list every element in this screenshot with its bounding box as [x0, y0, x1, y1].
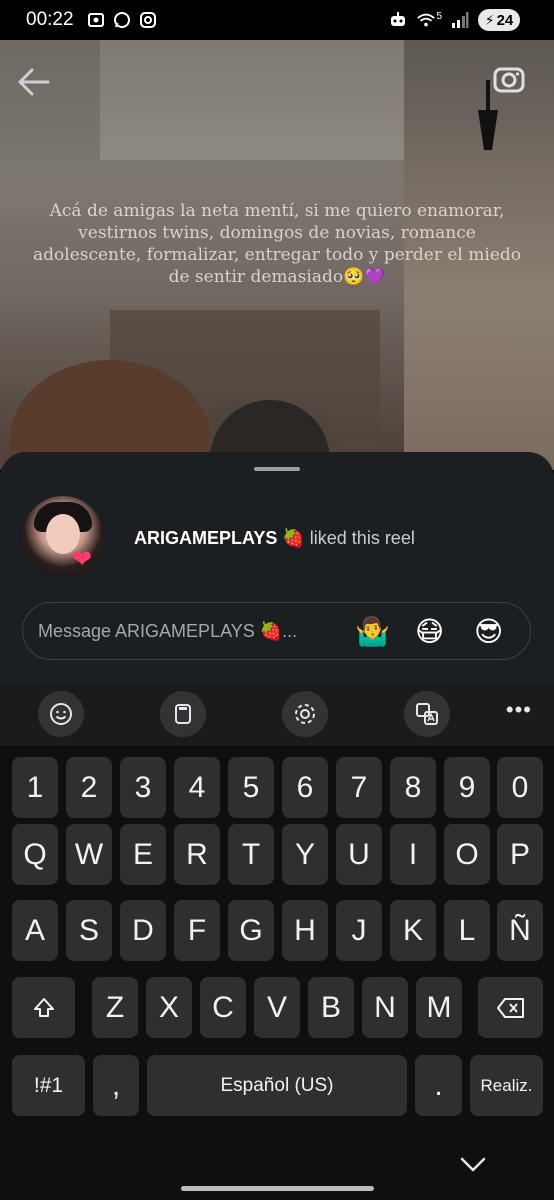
key-w[interactable]: W	[66, 824, 112, 885]
battery-level: 24	[496, 11, 514, 29]
keyboard-toolbar: •••	[0, 684, 554, 746]
heart-icon: ❤	[72, 546, 93, 573]
key-a[interactable]: A	[12, 900, 58, 961]
message-placeholder: Message ARIGAMEPLAYS 🍓...	[38, 620, 298, 641]
quick-emoji-mask[interactable]: 😷	[415, 615, 444, 649]
battery-icon: ⚡ 24	[478, 9, 520, 31]
key-g[interactable]: G	[228, 900, 274, 961]
key-p[interactable]: P	[497, 824, 543, 885]
quick-emoji-sunglasses[interactable]: 😎	[474, 615, 503, 649]
reel-video[interactable]: Acá de amigas la neta mentí, si me quier…	[0, 40, 554, 470]
backspace-icon	[496, 997, 524, 1018]
key-b[interactable]: B	[308, 977, 354, 1038]
translate-icon[interactable]	[404, 691, 450, 737]
shift-key[interactable]	[12, 977, 75, 1038]
key-4[interactable]: 4	[174, 757, 220, 818]
key-y[interactable]: Y	[282, 824, 328, 885]
home-indicator[interactable]	[181, 1186, 374, 1191]
key-9[interactable]: 9	[444, 757, 490, 818]
video-ceiling	[100, 40, 430, 160]
share-sheet: ❤ ARIGAMEPLAYS 🍓 liked this reel Message…	[0, 452, 554, 692]
screen-record-icon	[86, 10, 106, 30]
status-bar: 00:22 5 ⚡ 24	[0, 0, 554, 40]
sheet-drag-handle[interactable]	[254, 467, 300, 471]
key-3[interactable]: 3	[120, 757, 166, 818]
clock: 00:22	[26, 9, 74, 30]
key-j[interactable]: J	[336, 900, 382, 961]
clipboard-icon[interactable]	[160, 691, 206, 737]
keyboard: 1 2 3 4 5 6 7 8 9 0 Q W E R T Y U I O P …	[0, 746, 554, 1200]
key-i[interactable]: I	[390, 824, 436, 885]
key-m[interactable]: M	[416, 977, 462, 1038]
more-icon[interactable]: •••	[506, 697, 532, 723]
key-5[interactable]: 5	[228, 757, 274, 818]
action-key[interactable]: Realiz.	[470, 1055, 543, 1116]
quick-emoji-shrug[interactable]: 🤷‍♂️	[355, 615, 390, 649]
key-t[interactable]: T	[228, 824, 274, 885]
settings-icon[interactable]	[282, 691, 328, 737]
instagram-icon	[138, 10, 158, 30]
chevron-down-icon[interactable]	[458, 1155, 488, 1175]
key-e[interactable]: E	[120, 824, 166, 885]
android-robot-icon	[388, 10, 408, 30]
emoji-icon[interactable]	[38, 691, 84, 737]
key-d[interactable]: D	[120, 900, 166, 961]
period-key[interactable]: .	[415, 1055, 462, 1116]
whatsapp-icon	[112, 10, 132, 30]
key-n[interactable]: N	[362, 977, 408, 1038]
key-enye[interactable]: Ñ	[497, 900, 543, 961]
camera-icon[interactable]	[492, 62, 526, 96]
key-0[interactable]: 0	[497, 757, 543, 818]
signal-icon	[450, 10, 470, 30]
key-x[interactable]: X	[146, 977, 192, 1038]
key-u[interactable]: U	[336, 824, 382, 885]
network-label: 5	[436, 10, 442, 22]
symbols-key[interactable]: !#1	[12, 1055, 85, 1116]
username[interactable]: ARIGAMEPLAYS 🍓	[134, 528, 305, 548]
reel-caption: Acá de amigas la neta mentí, si me quier…	[33, 201, 521, 287]
key-7[interactable]: 7	[336, 757, 382, 818]
key-o[interactable]: O	[444, 824, 490, 885]
key-r[interactable]: R	[174, 824, 220, 885]
key-8[interactable]: 8	[390, 757, 436, 818]
key-6[interactable]: 6	[282, 757, 328, 818]
shift-icon	[33, 997, 54, 1017]
avatar[interactable]: ❤	[22, 496, 104, 578]
comma-key[interactable]: ,	[93, 1055, 139, 1116]
key-k[interactable]: K	[390, 900, 436, 961]
message-input[interactable]: Message ARIGAMEPLAYS 🍓... 🤷‍♂️ 😷 😎	[22, 602, 531, 660]
key-c[interactable]: C	[200, 977, 246, 1038]
wifi-icon	[416, 10, 436, 30]
back-arrow-icon[interactable]	[16, 64, 52, 100]
key-2[interactable]: 2	[66, 757, 112, 818]
key-v[interactable]: V	[254, 977, 300, 1038]
key-q[interactable]: Q	[12, 824, 58, 885]
key-1[interactable]: 1	[12, 757, 58, 818]
key-s[interactable]: S	[66, 900, 112, 961]
key-l[interactable]: L	[444, 900, 490, 961]
key-f[interactable]: F	[174, 900, 220, 961]
backspace-key[interactable]	[478, 977, 543, 1038]
liked-label: liked this reel	[304, 528, 415, 548]
space-key[interactable]: Español (US)	[147, 1055, 407, 1116]
liked-notice: ARIGAMEPLAYS 🍓 liked this reel	[134, 528, 415, 549]
key-z[interactable]: Z	[92, 977, 138, 1038]
key-h[interactable]: H	[282, 900, 328, 961]
